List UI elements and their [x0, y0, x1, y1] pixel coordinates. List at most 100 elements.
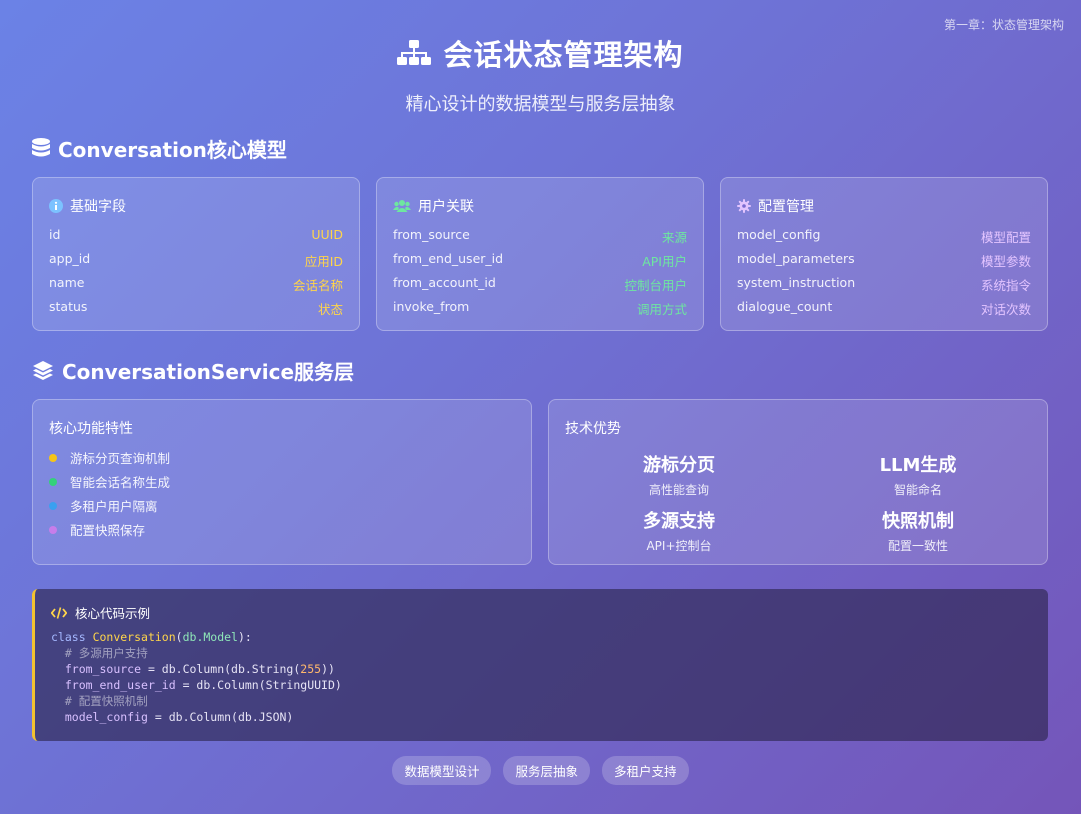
field-row: invoke_from 调用方式	[393, 299, 687, 318]
field-value: UUID	[311, 227, 343, 242]
field-row: system_instruction 系统指令	[737, 275, 1031, 294]
tag-service-layer: 服务层抽象	[503, 756, 590, 785]
field-key: system_instruction	[737, 275, 856, 290]
card-title: 核心功能特性	[49, 421, 133, 437]
field-row: model_config 模型配置	[737, 227, 1031, 246]
field-row: from_account_id 控制台用户	[393, 275, 687, 294]
bullet-dot-icon	[49, 477, 57, 486]
code-base-class: db.Model	[182, 630, 238, 644]
field-key: name	[49, 275, 85, 290]
field-key: model_config	[737, 227, 821, 242]
field-key: status	[49, 299, 88, 314]
field-row: from_end_user_id API用户	[393, 251, 687, 270]
field-value: 系统指令	[980, 278, 1031, 293]
chapter-label: 第一章：状态管理架构	[943, 18, 1064, 32]
card-title: 用户关联	[418, 199, 474, 215]
field-key: model_parameters	[737, 251, 855, 266]
field-key: from_source	[393, 227, 470, 242]
card-title: 技术优势	[565, 421, 621, 437]
tag-multi-tenant: 多租户支持	[602, 756, 689, 785]
sitemap-icon	[397, 40, 432, 66]
advantage-title: 快照机制	[882, 511, 954, 532]
feature-item: 游标分页查询机制	[49, 448, 170, 467]
bullet-dot-icon	[49, 525, 57, 534]
basic-fields-card: 基础字段 id UUID app_id 应用ID name 会话名称 status 状态	[32, 177, 360, 331]
advantage-item: LLM生成智能命名	[843, 451, 993, 498]
bullet-dot-icon	[49, 453, 57, 462]
page-header: 会话状态管理架构 精心设计的数据模型与服务层抽象	[0, 32, 1081, 116]
advantage-subtitle: 配置一致性	[887, 539, 948, 553]
feature-item: 多租户用户隔离	[49, 496, 158, 515]
code-field: model_config	[64, 710, 148, 724]
gear-icon	[737, 199, 751, 213]
feature-label: 多租户用户隔离	[70, 499, 158, 514]
advantage-title: LLM生成	[879, 455, 957, 476]
users-icon	[393, 199, 411, 213]
field-key: app_id	[49, 251, 91, 266]
field-row: model_parameters 模型参数	[737, 251, 1031, 270]
field-key: from_end_user_id	[393, 251, 504, 266]
field-row: from_source 来源	[393, 227, 687, 246]
advantage-title: 多源支持	[643, 511, 715, 532]
field-row: id UUID	[49, 227, 343, 242]
card-header: 基础字段	[49, 196, 126, 216]
config-management-card: 配置管理 model_config 模型配置 model_parameters 模型…	[720, 177, 1048, 331]
model-section-heading: Conversation核心模型	[32, 134, 287, 163]
tag-list: 数据模型设计 服务层抽象 多租户支持	[0, 756, 1081, 785]
card-header: 用户关联	[393, 196, 474, 216]
code-title: 核心代码示例	[75, 606, 151, 621]
info-icon	[49, 199, 63, 213]
model-section-title: Conversation核心模型	[58, 138, 287, 162]
code-expr: = db.Column(db.JSON)	[147, 710, 294, 724]
field-row: status 状态	[49, 299, 343, 318]
feature-item: 配置快照保存	[49, 520, 145, 539]
field-value: 状态	[317, 302, 343, 317]
advantage-subtitle: 高性能查询	[648, 483, 709, 497]
tag-data-model: 数据模型设计	[392, 756, 492, 785]
feature-label: 游标分页查询机制	[70, 451, 171, 466]
code-expr: = db.Column(db.String(	[141, 662, 301, 676]
core-features-card: 核心功能特性 游标分页查询机制 智能会话名称生成 多租户用户隔离 配置快照保存	[32, 399, 532, 565]
advantage-item: 快照机制 配置一致性	[843, 507, 993, 554]
code-block: class Conversation(db.Model): # 多源用户支持 f…	[51, 630, 342, 724]
code-expr: ))	[321, 662, 335, 676]
advantage-subtitle: 智能命名	[893, 483, 942, 497]
field-value: 会话名称	[292, 278, 343, 293]
advantage-item: 游标分页 高性能查询	[604, 451, 754, 498]
code-comment: # 配置快照机制	[64, 694, 148, 708]
code-example-card: 核心代码示例 class Conversation(db.Model): # 多…	[32, 589, 1048, 741]
code-keyword: class	[51, 630, 86, 644]
field-row: app_id 应用ID	[49, 251, 343, 270]
field-key: invoke_from	[393, 299, 470, 314]
field-value: 调用方式	[636, 302, 687, 317]
field-value: 应用ID	[304, 254, 343, 269]
card-title: 配置管理	[758, 199, 814, 215]
code-field: from_source	[64, 662, 142, 676]
advantage-subtitle: API+控制台	[646, 539, 712, 553]
tech-advantages-card: 技术优势 游标分页高性能查询 LLM生成智能命名 多源支持 API+控制台 快照机…	[548, 399, 1048, 565]
card-header: 配置管理	[737, 196, 814, 216]
feature-item: 智能会话名称生成	[49, 472, 170, 491]
page-title: 会话状态管理架构	[397, 32, 683, 74]
field-key: dialogue_count	[737, 299, 833, 314]
page-subtitle: 精心设计的数据模型与服务层抽象	[405, 94, 676, 115]
bullet-dot-icon	[49, 501, 57, 510]
field-row: name 会话名称	[49, 275, 343, 294]
code-card-header: 核心代码示例	[51, 603, 150, 622]
layers-icon	[32, 360, 54, 382]
field-value: 模型参数	[980, 254, 1031, 269]
field-row: dialogue_count 对话次数	[737, 299, 1031, 318]
field-value: 控制台用户	[624, 278, 687, 293]
code-comment: # 多源用户支持	[64, 646, 148, 660]
field-value: API用户	[642, 254, 687, 269]
feature-label: 智能会话名称生成	[70, 475, 171, 490]
feature-label: 配置快照保存	[70, 523, 146, 538]
code-field: from_end_user_id	[64, 678, 176, 692]
code-expr: = db.Column(StringUUID)	[175, 678, 342, 692]
field-value: 来源	[661, 230, 687, 245]
code-icon	[51, 606, 67, 619]
advantage-title: 游标分页	[643, 455, 715, 476]
service-section-heading: ConversationService服务层	[32, 356, 354, 385]
field-value: 模型配置	[980, 230, 1031, 245]
advantage-item: 多源支持 API+控制台	[604, 507, 754, 554]
